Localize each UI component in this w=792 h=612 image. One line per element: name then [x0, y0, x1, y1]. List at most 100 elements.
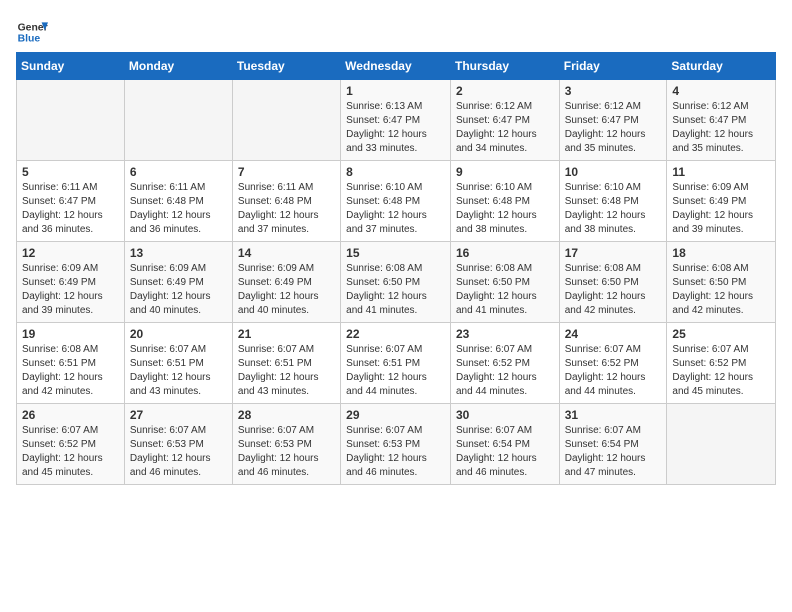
calendar-day-cell: 22Sunrise: 6:07 AM Sunset: 6:51 PM Dayli…: [341, 323, 451, 404]
calendar-day-cell: 12 Sunrise: 6:09 AM Sunset: 6:49 PM Dayli…: [17, 242, 125, 323]
calendar-day-cell: 8 Sunrise: 6:10 AM Sunset: 6:48 PM Daylig…: [341, 161, 451, 242]
calendar-day-cell: 15Sunrise: 6:08 AM Sunset: 6:50 PM Dayli…: [341, 242, 451, 323]
day-info: Sunrise: 6:10 AM Sunset: 6:48 PM Dayligh…: [565, 181, 662, 237]
calendar-day-cell: 23 Sunrise: 6:07 AM Sunset: 6:52 PM Dayli…: [450, 323, 559, 404]
day-number: 25: [672, 327, 770, 341]
day-info: Sunrise: 6:09 AM Sunset: 6:49 PM Dayligh…: [22, 262, 119, 318]
day-info: Sunrise: 6:07 AM Sunset: 6:53 PM Dayligh…: [238, 424, 335, 480]
calendar-week-row: 19 Sunrise: 6:08 AM Sunset: 6:51 PM Dayli…: [17, 323, 776, 404]
calendar-week-row: 26 Sunrise: 6:07 AM Sunset: 6:52 PM Dayli…: [17, 404, 776, 485]
day-info: Sunrise: 6:10 AM Sunset: 6:48 PM Dayligh…: [346, 181, 445, 237]
calendar-table: SundayMondayTuesdayWednesdayThursdayFrid…: [16, 52, 776, 485]
logo: General Blue: [16, 16, 48, 48]
calendar-day-cell: 29 Sunrise: 6:07 AM Sunset: 6:53 PM Dayli…: [341, 404, 451, 485]
calendar-day-cell: 18Sunrise: 6:08 AM Sunset: 6:50 PM Dayli…: [667, 242, 776, 323]
day-number: 9: [456, 165, 554, 179]
day-info: Sunrise: 6:08 AM Sunset: 6:51 PM Dayligh…: [22, 343, 119, 399]
day-info: Sunrise: 6:08 AM Sunset: 6:50 PM Dayligh…: [672, 262, 770, 318]
day-number: 31: [565, 408, 662, 422]
day-info: Sunrise: 6:11 AM Sunset: 6:47 PM Dayligh…: [22, 181, 119, 237]
day-number: 14: [238, 246, 335, 260]
calendar-day-cell: 1 Sunrise: 6:13 AM Sunset: 6:47 PM Daylig…: [341, 80, 451, 161]
day-number: 5: [22, 165, 119, 179]
day-info: Sunrise: 6:10 AM Sunset: 6:48 PM Dayligh…: [456, 181, 554, 237]
day-number: 29: [346, 408, 445, 422]
day-info: Sunrise: 6:07 AM Sunset: 6:53 PM Dayligh…: [130, 424, 227, 480]
calendar-day-cell: 2 Sunrise: 6:12 AM Sunset: 6:47 PM Daylig…: [450, 80, 559, 161]
day-number: 27: [130, 408, 227, 422]
day-info: Sunrise: 6:11 AM Sunset: 6:48 PM Dayligh…: [238, 181, 335, 237]
calendar-weekday-sunday: Sunday: [17, 53, 125, 80]
calendar-weekday-tuesday: Tuesday: [232, 53, 340, 80]
calendar-day-cell: [232, 80, 340, 161]
day-info: Sunrise: 6:07 AM Sunset: 6:51 PM Dayligh…: [130, 343, 227, 399]
calendar-weekday-monday: Monday: [124, 53, 232, 80]
calendar-day-cell: 31 Sunrise: 6:07 AM Sunset: 6:54 PM Dayli…: [559, 404, 667, 485]
calendar-weekday-thursday: Thursday: [450, 53, 559, 80]
day-number: 10: [565, 165, 662, 179]
calendar-weekday-friday: Friday: [559, 53, 667, 80]
day-number: 28: [238, 408, 335, 422]
calendar-day-cell: 26 Sunrise: 6:07 AM Sunset: 6:52 PM Dayli…: [17, 404, 125, 485]
day-info: Sunrise: 6:07 AM Sunset: 6:53 PM Dayligh…: [346, 424, 445, 480]
day-info: Sunrise: 6:07 AM Sunset: 6:52 PM Dayligh…: [672, 343, 770, 399]
calendar-day-cell: [667, 404, 776, 485]
day-number: 15: [346, 246, 445, 260]
calendar-day-cell: 16Sunrise: 6:08 AM Sunset: 6:50 PM Dayli…: [450, 242, 559, 323]
day-number: 22: [346, 327, 445, 341]
calendar-day-cell: [17, 80, 125, 161]
day-info: Sunrise: 6:09 AM Sunset: 6:49 PM Dayligh…: [672, 181, 770, 237]
day-number: 24: [565, 327, 662, 341]
day-info: Sunrise: 6:11 AM Sunset: 6:48 PM Dayligh…: [130, 181, 227, 237]
day-number: 2: [456, 84, 554, 98]
calendar-day-cell: 19 Sunrise: 6:08 AM Sunset: 6:51 PM Dayli…: [17, 323, 125, 404]
calendar-day-cell: 4Sunrise: 6:12 AM Sunset: 6:47 PM Daylig…: [667, 80, 776, 161]
day-number: 8: [346, 165, 445, 179]
day-info: Sunrise: 6:07 AM Sunset: 6:54 PM Dayligh…: [456, 424, 554, 480]
day-number: 19: [22, 327, 119, 341]
day-info: Sunrise: 6:09 AM Sunset: 6:49 PM Dayligh…: [130, 262, 227, 318]
day-number: 6: [130, 165, 227, 179]
calendar-weekday-wednesday: Wednesday: [341, 53, 451, 80]
day-info: Sunrise: 6:07 AM Sunset: 6:54 PM Dayligh…: [565, 424, 662, 480]
calendar-week-row: 1 Sunrise: 6:13 AM Sunset: 6:47 PM Daylig…: [17, 80, 776, 161]
calendar-day-cell: 21Sunrise: 6:07 AM Sunset: 6:51 PM Dayli…: [232, 323, 340, 404]
day-number: 12: [22, 246, 119, 260]
svg-text:Blue: Blue: [18, 34, 41, 45]
calendar-week-row: 12 Sunrise: 6:09 AM Sunset: 6:49 PM Dayli…: [17, 242, 776, 323]
calendar-day-cell: 3 Sunrise: 6:12 AM Sunset: 6:47 PM Daylig…: [559, 80, 667, 161]
day-number: 26: [22, 408, 119, 422]
calendar-day-cell: 20 Sunrise: 6:07 AM Sunset: 6:51 PM Dayli…: [124, 323, 232, 404]
calendar-day-cell: 28 Sunrise: 6:07 AM Sunset: 6:53 PM Dayli…: [232, 404, 340, 485]
day-number: 7: [238, 165, 335, 179]
calendar-day-cell: 7 Sunrise: 6:11 AM Sunset: 6:48 PM Daylig…: [232, 161, 340, 242]
day-info: Sunrise: 6:07 AM Sunset: 6:52 PM Dayligh…: [22, 424, 119, 480]
day-number: 20: [130, 327, 227, 341]
calendar-day-cell: [124, 80, 232, 161]
calendar-day-cell: 25 Sunrise: 6:07 AM Sunset: 6:52 PM Dayli…: [667, 323, 776, 404]
day-number: 3: [565, 84, 662, 98]
calendar-day-cell: 30Sunrise: 6:07 AM Sunset: 6:54 PM Dayli…: [450, 404, 559, 485]
calendar-day-cell: 6 Sunrise: 6:11 AM Sunset: 6:48 PM Daylig…: [124, 161, 232, 242]
day-number: 13: [130, 246, 227, 260]
calendar-day-cell: 9 Sunrise: 6:10 AM Sunset: 6:48 PM Daylig…: [450, 161, 559, 242]
day-info: Sunrise: 6:12 AM Sunset: 6:47 PM Dayligh…: [456, 100, 554, 156]
calendar-day-cell: 24 Sunrise: 6:07 AM Sunset: 6:52 PM Dayli…: [559, 323, 667, 404]
day-number: 16: [456, 246, 554, 260]
day-info: Sunrise: 6:13 AM Sunset: 6:47 PM Dayligh…: [346, 100, 445, 156]
calendar-day-cell: 17Sunrise: 6:08 AM Sunset: 6:50 PM Dayli…: [559, 242, 667, 323]
day-info: Sunrise: 6:07 AM Sunset: 6:52 PM Dayligh…: [565, 343, 662, 399]
day-info: Sunrise: 6:08 AM Sunset: 6:50 PM Dayligh…: [565, 262, 662, 318]
calendar-day-cell: 5 Sunrise: 6:11 AM Sunset: 6:47 PM Daylig…: [17, 161, 125, 242]
calendar-day-cell: 13 Sunrise: 6:09 AM Sunset: 6:49 PM Dayli…: [124, 242, 232, 323]
calendar-weekday-saturday: Saturday: [667, 53, 776, 80]
day-number: 1: [346, 84, 445, 98]
calendar-header-row: SundayMondayTuesdayWednesdayThursdayFrid…: [17, 53, 776, 80]
day-number: 23: [456, 327, 554, 341]
day-info: Sunrise: 6:07 AM Sunset: 6:52 PM Dayligh…: [456, 343, 554, 399]
calendar-day-cell: 27 Sunrise: 6:07 AM Sunset: 6:53 PM Dayli…: [124, 404, 232, 485]
day-number: 21: [238, 327, 335, 341]
day-info: Sunrise: 6:12 AM Sunset: 6:47 PM Dayligh…: [565, 100, 662, 156]
calendar-week-row: 5 Sunrise: 6:11 AM Sunset: 6:47 PM Daylig…: [17, 161, 776, 242]
day-number: 11: [672, 165, 770, 179]
